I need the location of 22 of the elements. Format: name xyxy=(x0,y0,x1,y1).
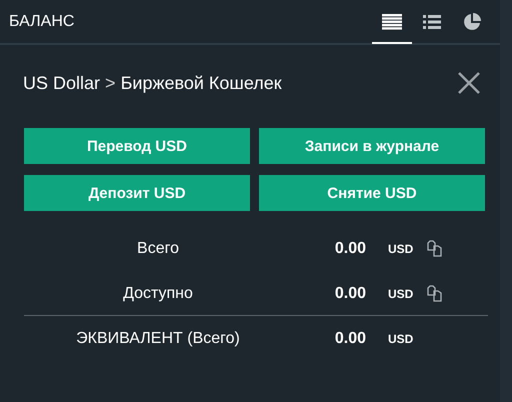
row-label: Доступно xyxy=(122,284,194,302)
currency-code: USD xyxy=(387,242,414,256)
panel-title: БАЛАНС xyxy=(9,12,76,30)
amount: 0.00 xyxy=(334,240,366,258)
list-icon xyxy=(423,14,441,28)
table-icon xyxy=(382,14,402,30)
action-button[interactable]: Перевод USD xyxy=(24,128,250,164)
breadcrumb: US Dollar > Биржевой Кошелек xyxy=(23,72,283,94)
amount: 0.00 xyxy=(334,330,366,348)
currency-code: USD xyxy=(387,286,414,300)
action-button[interactable]: Записи в журнале xyxy=(259,128,485,164)
close-button[interactable] xyxy=(458,72,480,94)
action-button[interactable]: Снятие USD xyxy=(259,175,485,211)
close-icon xyxy=(458,72,480,94)
copy-icon xyxy=(426,240,442,257)
pie-chart-icon xyxy=(463,12,481,30)
row-label: ЭКВИВАЛЕНТ (Всего) xyxy=(75,330,241,348)
copy-icon xyxy=(426,285,442,302)
currency-code: USD xyxy=(387,332,414,346)
row-label: Всего xyxy=(136,240,180,258)
amount: 0.00 xyxy=(334,284,366,302)
action-button[interactable]: Депозит USD xyxy=(24,175,250,211)
